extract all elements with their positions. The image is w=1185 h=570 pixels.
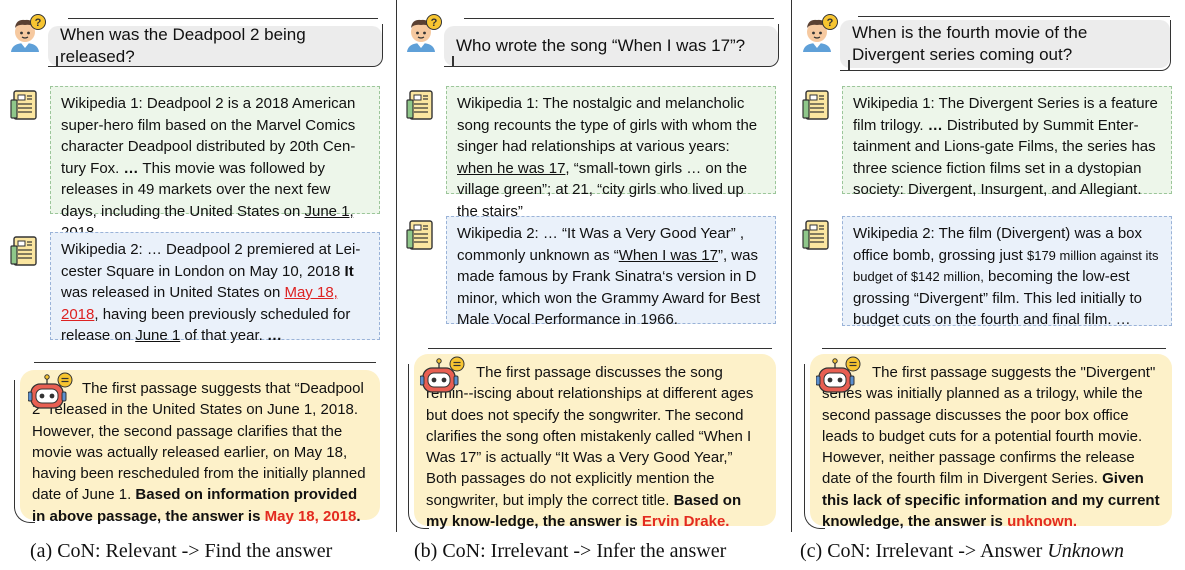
question-frame — [48, 24, 383, 67]
user-question-icon — [406, 14, 443, 53]
caption-b: (b) CoN: Irrelevant -> Infer the answer — [414, 540, 727, 562]
answer-final: Ervin Drake. — [641, 513, 730, 531]
user-question-icon — [802, 14, 839, 53]
answer-text: The first passage discusses the song rem… — [426, 364, 754, 509]
question-top-line — [858, 16, 1170, 17]
answer-text: The first passage suggests that “Deadpoo… — [32, 380, 366, 504]
answer-end: . — [356, 507, 361, 525]
answer-top-line — [34, 362, 376, 363]
passage-ellipsis: … — [123, 159, 139, 177]
passage-underlined: When I was 17 — [618, 246, 718, 264]
answer-final: unknown. — [1007, 513, 1078, 531]
caption-c: (c) CoN: Irrelevant -> Answer Unknown — [800, 540, 1124, 563]
passage-bold: It — [344, 262, 354, 280]
caption-a: (a) CoN: Relevant -> Find the answer — [30, 540, 333, 562]
question-top-line — [464, 18, 774, 19]
question-frame — [840, 20, 1171, 71]
robot-chat-icon — [420, 356, 465, 393]
passage-text: Wikipedia 2: … Deadpool 2 premiered at L… — [61, 241, 361, 280]
question-frame-left — [56, 56, 58, 66]
document-icon — [406, 220, 433, 250]
passage-2: Wikipedia 2: … “It Was a Very Good Year”… — [446, 216, 776, 328]
passage-1: Wikipedia 1: Deadpool 2 is a 2018 Americ… — [50, 86, 380, 241]
answer-box: The first passage suggests that “Deadpoo… — [20, 370, 380, 525]
question-frame-left — [848, 60, 850, 70]
column-divider-2 — [791, 0, 792, 532]
passage-ellipsis: … — [266, 327, 282, 344]
caption-text: (c) CoN: Irrelevant -> Answer — [800, 540, 1048, 562]
answer-box: The first passage suggests the "Divergen… — [810, 354, 1172, 530]
passage-2: Wikipedia 2: The film (Divergent) was a … — [842, 216, 1172, 328]
question-frame-left — [452, 56, 454, 66]
question-frame — [444, 24, 779, 67]
robot-chat-icon — [816, 356, 861, 393]
question-top-line — [68, 18, 378, 19]
passage-text: Wikipedia 1: The nostalgic and melanchol… — [457, 95, 758, 155]
passage-ellipsis: … — [927, 116, 943, 134]
document-icon — [802, 90, 829, 120]
answer-top-line — [822, 348, 1166, 349]
passage-underlined: when he was 17 — [457, 159, 566, 177]
passage-1: Wikipedia 1: The Divergent Series is a f… — [842, 86, 1172, 198]
passage-2: Wikipedia 2: … Deadpool 2 premiered at L… — [50, 232, 380, 344]
passage-1: Wikipedia 1: The nostalgic and melanchol… — [446, 86, 776, 220]
document-icon — [10, 90, 37, 120]
column-divider-1 — [396, 0, 397, 532]
user-question-icon — [10, 14, 47, 53]
document-icon — [10, 236, 37, 266]
document-icon — [406, 90, 433, 120]
answer-final: May 18, 2018 — [264, 507, 357, 525]
passage-underlined-date: June 1 — [135, 327, 181, 344]
answer-box: The first passage discusses the song rem… — [414, 354, 776, 530]
answer-text: The first passage suggests the "Divergen… — [822, 364, 1156, 488]
passage-text: of that year. — [180, 327, 267, 344]
passage-text: was released in United States on — [61, 284, 285, 301]
robot-chat-icon — [28, 372, 73, 409]
document-icon — [802, 220, 829, 250]
caption-italic: Unknown — [1047, 540, 1124, 562]
answer-top-line — [428, 348, 772, 349]
